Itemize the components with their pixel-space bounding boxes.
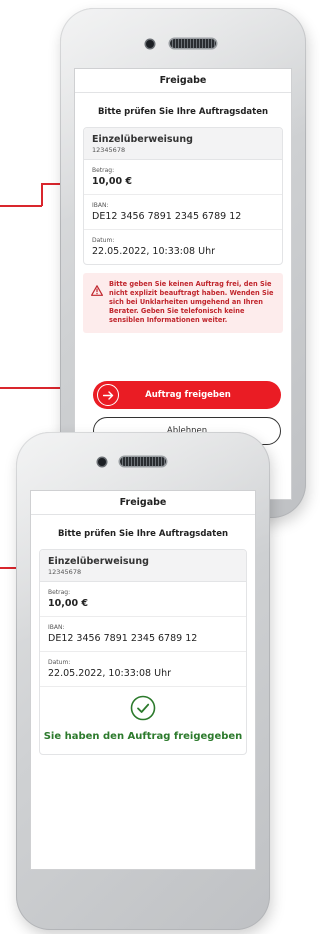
- section-subtitle: Bitte prüfen Sie Ihre Auftragsdaten: [97, 107, 269, 117]
- amount-value: 10,00 €: [92, 176, 132, 187]
- detail-row-date: Datum: 22.05.2022, 10:33:08 Uhr: [40, 652, 246, 687]
- amount-value: 10,00 €: [48, 598, 88, 609]
- detail-row-date: Datum: 22.05.2022, 10:33:08 Uhr: [84, 230, 282, 264]
- connector-line: [41, 183, 43, 206]
- camera-icon: [98, 458, 106, 466]
- section-subtitle: Bitte prüfen Sie Ihre Auftragsdaten: [57, 529, 229, 539]
- order-details-card: Einzelüberweisung 12345678 Betrag: 10,00…: [83, 127, 283, 265]
- speaker-grille: [120, 457, 166, 466]
- card-header: Einzelüberweisung 12345678: [40, 550, 246, 582]
- order-details-card: Einzelüberweisung 12345678 Betrag: 10,00…: [39, 549, 247, 755]
- connector-line: [0, 205, 42, 207]
- arrow-right-icon: [97, 384, 119, 406]
- warning-triangle-icon: [91, 281, 105, 325]
- camera-icon: [146, 40, 154, 48]
- amount-label: Betrag:: [48, 589, 71, 596]
- amount-label: Betrag:: [92, 167, 115, 174]
- date-value: 22.05.2022, 10:33:08 Uhr: [48, 668, 171, 679]
- security-warning: Bitte geben Sie keinen Auftrag frei, den…: [83, 273, 283, 333]
- detail-row-amount: Betrag: 10,00 €: [40, 582, 246, 617]
- account-number: 12345678: [92, 146, 126, 154]
- order-type: Einzelüberweisung: [92, 134, 193, 145]
- account-number: 12345678: [48, 568, 82, 576]
- iban-label: IBAN:: [48, 624, 65, 631]
- date-value: 22.05.2022, 10:33:08 Uhr: [92, 246, 215, 257]
- iban-value: DE12 3456 7891 2345 6789 12: [48, 633, 198, 644]
- detail-row-amount: Betrag: 10,00 €: [84, 160, 282, 195]
- date-label: Datum:: [48, 659, 71, 666]
- approve-button[interactable]: Auftrag freigeben: [93, 381, 281, 409]
- iban-label: IBAN:: [92, 202, 109, 209]
- speaker-grille: [170, 39, 216, 48]
- detail-row-iban: IBAN: DE12 3456 7891 2345 6789 12: [40, 617, 246, 652]
- checkmark-circle-icon: [40, 695, 246, 721]
- success-message: Sie haben den Auftrag freigegeben: [43, 731, 243, 742]
- page-title: Freigabe: [75, 69, 291, 93]
- iban-value: DE12 3456 7891 2345 6789 12: [92, 211, 242, 222]
- date-label: Datum:: [92, 237, 115, 244]
- phone-screen: Freigabe Bitte prüfen Sie Ihre Auftragsd…: [30, 490, 256, 870]
- order-type: Einzelüberweisung: [48, 556, 149, 567]
- page-title: Freigabe: [31, 491, 255, 515]
- card-header: Einzelüberweisung 12345678: [84, 128, 282, 160]
- warning-text: Bitte geben Sie keinen Auftrag frei, den…: [109, 280, 274, 324]
- approve-button-label: Auftrag freigeben: [145, 390, 231, 400]
- phone-mockup-confirmation: Freigabe Bitte prüfen Sie Ihre Auftragsd…: [16, 432, 270, 930]
- detail-row-iban: IBAN: DE12 3456 7891 2345 6789 12: [84, 195, 282, 230]
